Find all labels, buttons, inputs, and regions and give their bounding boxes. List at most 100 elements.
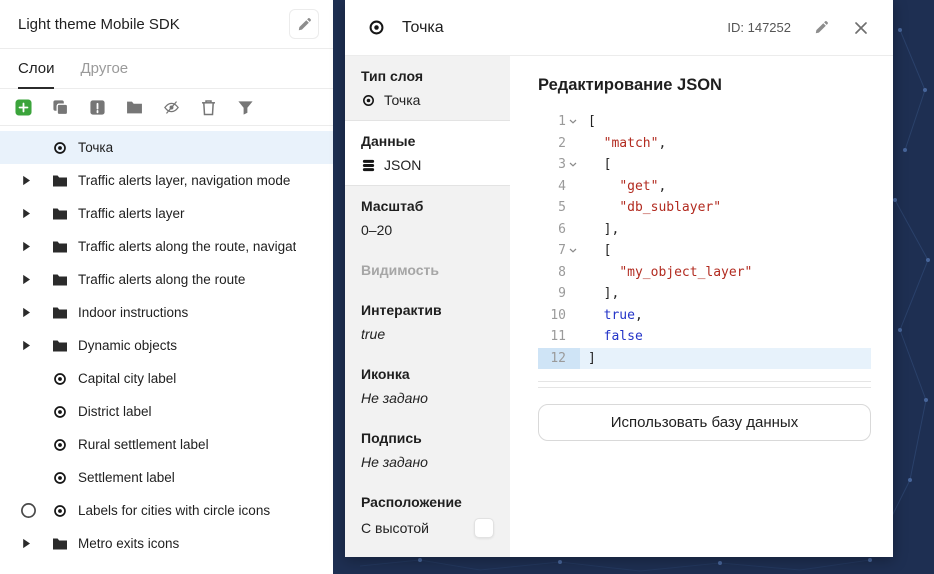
code-line[interactable]: 4 "get", [538, 176, 871, 198]
edit-title-button[interactable] [289, 9, 319, 39]
edit-layer-button[interactable] [811, 18, 831, 38]
tab-other[interactable]: Другое [80, 49, 128, 89]
point-icon [367, 18, 386, 37]
layer-row[interactable]: Traffic alerts along the route [0, 263, 333, 296]
code-line[interactable]: 12] [538, 347, 871, 369]
pencil-icon [814, 20, 829, 35]
code-line[interactable]: 1[ [538, 111, 871, 133]
layers-panel: Light theme Mobile SDK Слои Другое Точка T… [0, 0, 333, 574]
prop-value: Не задано [361, 390, 428, 406]
fold-chevron-icon[interactable] [566, 248, 580, 253]
prop-name: Интерактив [361, 302, 442, 318]
code-text: false [603, 329, 643, 344]
line-number: 8 [558, 264, 566, 280]
code-text: "my_object_layer" [619, 264, 753, 280]
folder-icon [52, 536, 68, 552]
code-line[interactable]: 10 true, [538, 305, 871, 327]
prop-visibility[interactable]: Видимость [345, 250, 510, 290]
prop-value: true [361, 326, 386, 342]
layer-row[interactable]: Точка [0, 131, 333, 164]
toolbar-trash-button[interactable] [200, 99, 217, 116]
layer-row[interactable]: Traffic alerts layer [0, 197, 333, 230]
prop-value: С высотой [361, 520, 429, 536]
ring-icon [20, 502, 37, 519]
layer-row[interactable]: Capital city label [0, 362, 333, 395]
pencil-icon [297, 17, 312, 32]
code-line[interactable]: 11 false [538, 326, 871, 348]
toolbar-add-button[interactable] [15, 98, 32, 116]
caret-icon[interactable] [22, 538, 31, 549]
toolbar-duplicate-button[interactable] [52, 99, 69, 116]
folder-icon [52, 338, 68, 354]
prop-value-row: Не задано [361, 454, 494, 470]
layer-label: Capital city label [78, 371, 177, 386]
caret-icon[interactable] [22, 208, 31, 219]
fold-chevron-icon[interactable] [566, 162, 580, 167]
caret-icon[interactable] [22, 241, 31, 252]
line-number: 11 [550, 329, 566, 344]
code-line[interactable]: 8 "my_object_layer" [538, 262, 871, 284]
layer-row[interactable]: Traffic alerts layer, navigation mode [0, 164, 333, 197]
toolbar-alert-square-button[interactable] [89, 99, 106, 116]
layer-row[interactable]: Dynamic objects [0, 329, 333, 362]
prop-data[interactable]: Данные JSON [345, 121, 510, 186]
caret-icon[interactable] [22, 175, 31, 186]
toolbar-eye-off-button[interactable] [163, 99, 180, 116]
layer-row[interactable]: Rural settlement label [0, 428, 333, 461]
prop-value-row: true [361, 326, 494, 342]
code-line[interactable]: 3 [ [538, 154, 871, 176]
prop-caption[interactable]: Подпись Не задано [345, 418, 510, 482]
fold-chevron-icon[interactable] [566, 119, 580, 124]
prop-placement[interactable]: Расположение С высотой [345, 482, 510, 550]
point-icon [52, 470, 68, 486]
layer-row[interactable]: District label [0, 395, 333, 428]
layer-row[interactable]: Indoor instructions [0, 296, 333, 329]
code-line[interactable]: 2 "match", [538, 133, 871, 155]
project-title: Light theme Mobile SDK [18, 15, 180, 33]
json-editor[interactable]: 1[2 "match", 3 [4 "get", 5 "db_sublayer" 6 … [538, 111, 871, 369]
toolbar-filter-button[interactable] [237, 99, 254, 116]
toolbar-group-folder-button[interactable] [126, 99, 143, 116]
prop-interactive[interactable]: Интерактив true [345, 290, 510, 354]
prop-name: Иконка [361, 366, 410, 382]
layer-id: ID: 147252 [727, 20, 791, 35]
layer-row[interactable]: Traffic alerts along the route, navigat [0, 230, 333, 263]
layer-label: Metro exits icons [78, 536, 180, 551]
close-button[interactable] [851, 18, 871, 38]
code-line[interactable]: 7 [ [538, 240, 871, 262]
line-number: 7 [558, 243, 566, 258]
layer-row[interactable]: Labels for cities with circle icons [0, 494, 333, 527]
caret-icon[interactable] [22, 340, 31, 351]
layer-label: Traffic alerts layer [78, 206, 185, 221]
editor-scrollbar[interactable] [538, 381, 871, 388]
caret-slot [22, 208, 52, 219]
prop-value-row: JSON [361, 157, 494, 173]
code-line[interactable]: 5 "db_sublayer" [538, 197, 871, 219]
prop-zoom[interactable]: Масштаб 0–20 [345, 186, 510, 250]
point-icon [52, 437, 68, 453]
layer-row[interactable]: Metro exits icons [0, 527, 333, 560]
height-checkbox[interactable] [474, 518, 494, 538]
prop-icon[interactable]: Иконка Не задано [345, 354, 510, 418]
line-gutter: 10 [538, 305, 580, 327]
tab-layers[interactable]: Слои [18, 49, 55, 89]
layers-toolbar [0, 89, 333, 126]
code-line[interactable]: 6 ], [538, 219, 871, 241]
code-line[interactable]: 9 ], [538, 283, 871, 305]
code-text: [ [603, 243, 612, 258]
point-icon [52, 371, 68, 387]
left-tabs: Слои Другое [0, 49, 333, 89]
caret-icon[interactable] [22, 274, 31, 285]
group-folder-icon [126, 99, 143, 116]
layer-detail-header: Точка ID: 147252 [345, 0, 893, 56]
line-gutter: 12 [538, 347, 580, 369]
layer-row[interactable]: Settlement label [0, 461, 333, 494]
editor-pane: Редактирование JSON 1[2 "match", 3 [4 "ge… [510, 56, 893, 557]
line-gutter: 6 [538, 219, 580, 241]
line-gutter: 2 [538, 133, 580, 155]
layer-label: Traffic alerts along the route, navigat [78, 239, 297, 254]
code-text: true, [603, 307, 643, 323]
caret-icon[interactable] [22, 307, 31, 318]
use-database-button[interactable]: Использовать базу данных [538, 404, 871, 441]
prop-layer-type[interactable]: Тип слоя Точка [345, 56, 510, 121]
